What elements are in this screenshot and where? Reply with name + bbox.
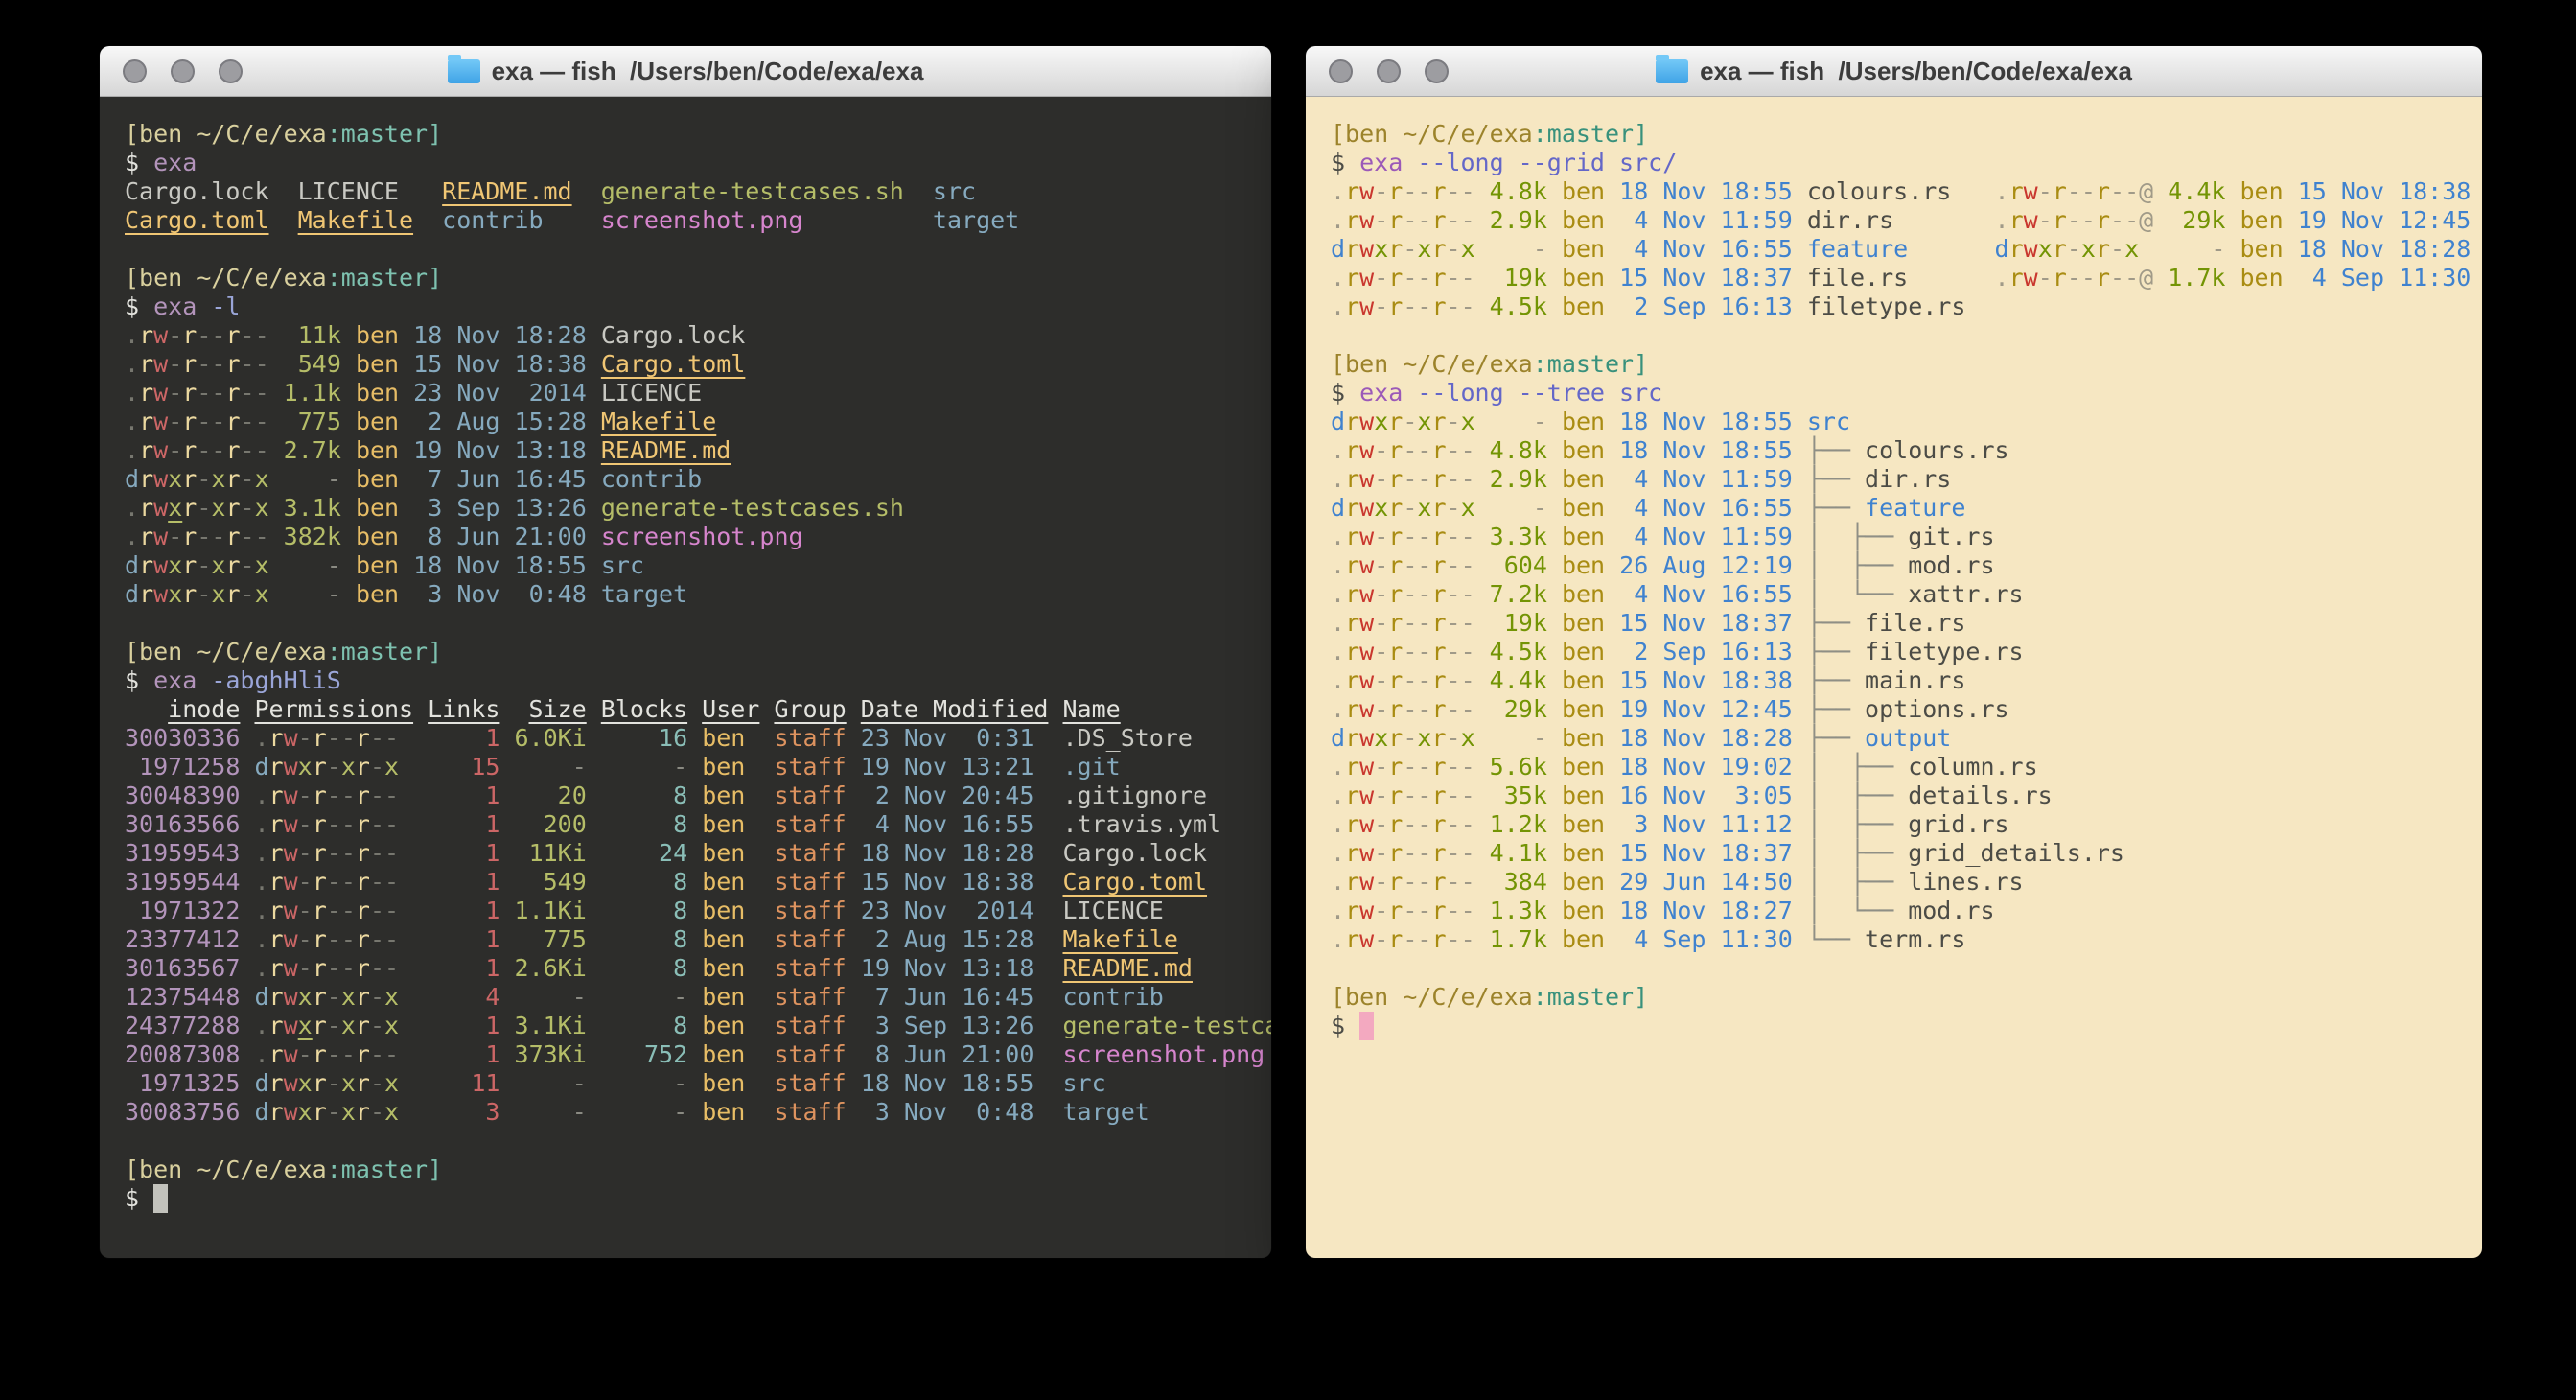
terminal-line: $ [125,1184,1271,1213]
terminal-line: $ [1331,1012,2482,1040]
window-title: exa — fish /Users/ben/Code/exa/exa [492,57,924,86]
terminal-line: Cargo.toml Makefile contrib screenshot.p… [125,206,1271,235]
terminal-line: .rw-r--r-- 1.2k ben 3 Nov 11:12 │ ├── gr… [1331,810,2482,839]
terminal-line: [ben ~/C/e/exa:master] [1331,983,2482,1012]
terminal-line: 1971322 .rw-r--r-- 1 1.1Ki 8 ben staff 2… [125,897,1271,925]
terminal-line: inode Permissions Links Size Blocks User… [125,695,1271,724]
terminal-window-dark: exa — fish /Users/ben/Code/exa/exa [ben … [100,46,1271,1258]
terminal-line: 31959543 .rw-r--r-- 1 11Ki 24 ben staff … [125,839,1271,868]
terminal-line: [ben ~/C/e/exa:master] [125,264,1271,292]
folder-icon [1656,59,1688,83]
terminal-line: [ben ~/C/e/exa:master] [125,1155,1271,1184]
traffic-lights [123,46,243,96]
terminal-line: $ exa [125,149,1271,177]
terminal-cursor [1359,1012,1374,1040]
terminal-line: $ exa -abghHliS [125,666,1271,695]
terminal-line: .rw-r--r-- 4.8k ben 18 Nov 18:55 ├── col… [1331,436,2482,465]
terminal-line: [ben ~/C/e/exa:master] [125,120,1271,149]
terminal-line: drwxr-xr-x - ben 18 Nov 18:28 ├── output [1331,724,2482,753]
window-title-area: exa — fish /Users/ben/Code/exa/exa [100,46,1271,96]
terminal-line: 1971325 drwxr-xr-x 11 - - ben staff 18 N… [125,1069,1271,1098]
terminal-line: 30083756 drwxr-xr-x 3 - - ben staff 3 No… [125,1098,1271,1127]
terminal-line: .rw-r--r-- 2.9k ben 4 Nov 11:59 ├── dir.… [1331,465,2482,494]
terminal-line: drwxr-xr-x - ben 4 Nov 16:55 feature drw… [1331,235,2482,264]
terminal-line: .rw-r--r-- 29k ben 19 Nov 12:45 ├── opti… [1331,695,2482,724]
titlebar[interactable]: exa — fish /Users/ben/Code/exa/exa [1306,46,2482,97]
terminal-line: [ben ~/C/e/exa:master] [125,638,1271,666]
terminal-line: .rw-r--r-- 4.5k ben 2 Sep 16:13 ├── file… [1331,638,2482,666]
terminal-line: 30163567 .rw-r--r-- 1 2.6Ki 8 ben staff … [125,954,1271,983]
left-terminal-output[interactable]: [ben ~/C/e/exa:master]$ exaCargo.lock LI… [100,97,1271,1258]
terminal-line: Cargo.lock LICENCE README.md generate-te… [125,177,1271,206]
terminal-line: .rw-r--r-- 2.9k ben 4 Nov 11:59 dir.rs .… [1331,206,2482,235]
terminal-line [1331,321,2482,350]
terminal-line: .rw-r--r-- 382k ben 8 Jun 21:00 screensh… [125,523,1271,551]
terminal-line [125,609,1271,638]
terminal-line: .rw-r--r-- 3.3k ben 4 Nov 11:59 │ ├── gi… [1331,523,2482,551]
terminal-line: 1971258 drwxr-xr-x 15 - - ben staff 19 N… [125,753,1271,782]
minimize-button[interactable] [171,59,195,83]
terminal-line: .rw-r--r-- 1.3k ben 18 Nov 18:27 │ └── m… [1331,897,2482,925]
terminal-line: .rw-r--r-- 4.4k ben 15 Nov 18:38 ├── mai… [1331,666,2482,695]
terminal-line [125,1127,1271,1155]
terminal-line: .rw-r--r-- 4.5k ben 2 Sep 16:13 filetype… [1331,292,2482,321]
terminal-line: .rw-r--r-- 1.1k ben 23 Nov 2014 LICENCE [125,379,1271,408]
terminal-line: drwxr-xr-x - ben 3 Nov 0:48 target [125,580,1271,609]
terminal-line: .rwxr-xr-x 3.1k ben 3 Sep 13:26 generate… [125,494,1271,523]
terminal-line: .rw-r--r-- 5.6k ben 18 Nov 19:02 │ ├── c… [1331,753,2482,782]
terminal-line: [ben ~/C/e/exa:master] [1331,120,2482,149]
terminal-line: drwxr-xr-x - ben 18 Nov 18:55 src [1331,408,2482,436]
terminal-line: .rw-r--r-- 2.7k ben 19 Nov 13:18 README.… [125,436,1271,465]
terminal-line: .rw-r--r-- 19k ben 15 Nov 18:37 ├── file… [1331,609,2482,638]
terminal-line: 12375448 drwxr-xr-x 4 - - ben staff 7 Ju… [125,983,1271,1012]
terminal-line: 24377288 .rwxr-xr-x 1 3.1Ki 8 ben staff … [125,1012,1271,1040]
terminal-line: drwxr-xr-x - ben 18 Nov 18:55 src [125,551,1271,580]
terminal-line: 20087308 .rw-r--r-- 1 373Ki 752 ben staf… [125,1040,1271,1069]
terminal-line: $ exa -l [125,292,1271,321]
terminal-line: 31959544 .rw-r--r-- 1 549 8 ben staff 15… [125,868,1271,897]
terminal-line: 30030336 .rw-r--r-- 1 6.0Ki 16 ben staff… [125,724,1271,753]
terminal-line: drwxr-xr-x - ben 4 Nov 16:55 ├── feature [1331,494,2482,523]
terminal-line: 30163566 .rw-r--r-- 1 200 8 ben staff 4 … [125,810,1271,839]
terminal-line: .rw-r--r-- 4.1k ben 15 Nov 18:37 │ ├── g… [1331,839,2482,868]
terminal-line [125,235,1271,264]
terminal-line: .rw-r--r-- 1.7k ben 4 Sep 11:30 └── term… [1331,925,2482,954]
zoom-button[interactable] [219,59,243,83]
terminal-line: .rw-r--r-- 384 ben 29 Jun 14:50 │ ├── li… [1331,868,2482,897]
terminal-line: .rw-r--r-- 7.2k ben 4 Nov 16:55 │ └── xa… [1331,580,2482,609]
terminal-line: .rw-r--r-- 11k ben 18 Nov 18:28 Cargo.lo… [125,321,1271,350]
right-terminal-output[interactable]: [ben ~/C/e/exa:master]$ exa --long --gri… [1306,97,2482,1258]
close-button[interactable] [1329,59,1353,83]
terminal-cursor [153,1184,168,1213]
terminal-line: .rw-r--r-- 35k ben 16 Nov 3:05 │ ├── det… [1331,782,2482,810]
window-title: exa — fish /Users/ben/Code/exa/exa [1700,57,2132,86]
minimize-button[interactable] [1377,59,1401,83]
terminal-line: $ exa --long --grid src/ [1331,149,2482,177]
traffic-lights [1329,46,1449,96]
terminal-window-light: exa — fish /Users/ben/Code/exa/exa [ben … [1306,46,2482,1258]
titlebar[interactable]: exa — fish /Users/ben/Code/exa/exa [100,46,1271,97]
terminal-line: $ exa --long --tree src [1331,379,2482,408]
terminal-line: .rw-r--r-- 19k ben 15 Nov 18:37 file.rs … [1331,264,2482,292]
terminal-line: 23377412 .rw-r--r-- 1 775 8 ben staff 2 … [125,925,1271,954]
terminal-line: .rw-r--r-- 604 ben 26 Aug 12:19 │ ├── mo… [1331,551,2482,580]
close-button[interactable] [123,59,147,83]
desktop: { "window": { "title": "exa — fish /User… [0,0,2576,1400]
folder-icon [448,59,480,83]
terminal-line: .rw-r--r-- 4.8k ben 18 Nov 18:55 colours… [1331,177,2482,206]
terminal-line: .rw-r--r-- 549 ben 15 Nov 18:38 Cargo.to… [125,350,1271,379]
terminal-line: .rw-r--r-- 775 ben 2 Aug 15:28 Makefile [125,408,1271,436]
terminal-line: 30048390 .rw-r--r-- 1 20 8 ben staff 2 N… [125,782,1271,810]
terminal-line: drwxr-xr-x - ben 7 Jun 16:45 contrib [125,465,1271,494]
terminal-line [1331,954,2482,983]
terminal-line: [ben ~/C/e/exa:master] [1331,350,2482,379]
zoom-button[interactable] [1425,59,1449,83]
window-title-area: exa — fish /Users/ben/Code/exa/exa [1306,46,2482,96]
